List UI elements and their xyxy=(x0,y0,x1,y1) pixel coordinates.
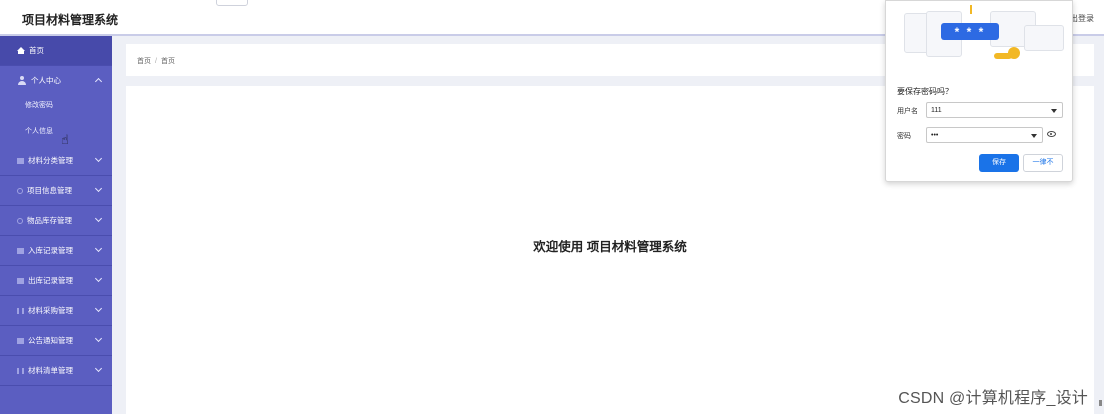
sidebar-item-label: 材料采购管理 xyxy=(28,306,73,315)
save-password-popup: * * * 要保存密码吗？ 用户名 111 密码 ••• 保存 一律不 xyxy=(885,0,1073,182)
sidebar-item-label: 入库记录管理 xyxy=(28,246,73,255)
chevron-down-icon xyxy=(94,274,103,283)
watermark: CSDN @计算机程序_设计 xyxy=(898,390,1088,407)
sparkle-icon xyxy=(970,5,972,14)
sidebar-subitem-label: 修改密码 xyxy=(25,102,53,109)
sidebar-subitem-label: 个人信息 xyxy=(25,128,53,135)
chevron-up-icon xyxy=(94,77,103,86)
app-title: 项目材料管理系统 xyxy=(22,13,119,27)
sidebar-item-label: 个人中心 xyxy=(31,76,61,85)
password-label: 密码 xyxy=(897,133,911,140)
logout-link[interactable]: 出登录 xyxy=(1070,13,1094,24)
outbound-icon xyxy=(17,278,24,284)
chevron-down-icon xyxy=(94,214,103,223)
sidebar-item-notice[interactable]: 公告通知管理 xyxy=(0,326,112,356)
chevron-down-icon xyxy=(94,154,103,163)
home-icon xyxy=(17,46,25,54)
sidebar-item-label: 项目信息管理 xyxy=(27,186,72,195)
sidebar-item-project[interactable]: 项目信息管理 xyxy=(0,176,112,206)
tab-handle[interactable] xyxy=(216,0,248,6)
password-row: 密码 ••• xyxy=(897,127,1065,143)
sidebar-item-label: 出库记录管理 xyxy=(28,276,73,285)
sidebar-item-material-list[interactable]: 材料清单管理 xyxy=(0,356,112,386)
username-select[interactable]: 111 xyxy=(926,102,1063,118)
sidebar-item-home[interactable]: 首页 xyxy=(0,36,112,66)
popup-title: 要保存密码吗？ xyxy=(897,87,953,96)
password-value: ••• xyxy=(931,132,939,139)
inbound-icon xyxy=(17,248,24,254)
inventory-icon xyxy=(17,217,23,224)
breadcrumb: 首页 / 首页 xyxy=(137,56,175,66)
password-select[interactable]: ••• xyxy=(926,127,1043,143)
person-icon xyxy=(17,75,27,86)
sidebar-item-category[interactable]: 材料分类管理 xyxy=(0,146,112,176)
sidebar-item-inventory[interactable]: 物品库存管理 xyxy=(0,206,112,236)
welcome-text: 欢迎使用 项目材料管理系统 xyxy=(533,240,687,254)
dropdown-caret-icon xyxy=(1031,134,1037,138)
resize-handle xyxy=(1099,400,1102,406)
notice-icon xyxy=(17,338,24,344)
username-label: 用户名 xyxy=(897,108,918,115)
key-icon xyxy=(994,47,1024,63)
hand-cursor-icon: ☝ xyxy=(61,132,69,147)
sidebar-subitem-personal-info[interactable]: 个人信息 xyxy=(0,116,112,146)
sidebar: 首页 个人中心 修改密码 个人信息 材料分类管理 项目信息管理 物品库存管理 入… xyxy=(0,36,112,414)
chevron-down-icon xyxy=(94,244,103,253)
sidebar-item-label: 首页 xyxy=(29,46,44,55)
sidebar-item-purchase[interactable]: 材料采购管理 xyxy=(0,296,112,326)
sidebar-item-inbound[interactable]: 入库记录管理 xyxy=(0,236,112,266)
breadcrumb-item-home[interactable]: 首页 xyxy=(137,58,151,65)
eye-icon[interactable] xyxy=(1047,131,1056,137)
project-icon xyxy=(17,187,23,194)
save-button[interactable]: 保存 xyxy=(979,154,1019,172)
list-icon xyxy=(17,367,24,374)
username-value: 111 xyxy=(931,107,942,114)
dropdown-caret-icon xyxy=(1051,109,1057,113)
username-row: 用户名 111 xyxy=(897,102,1065,118)
password-illustration: * * * xyxy=(886,1,1072,75)
breadcrumb-item-current: 首页 xyxy=(160,58,175,65)
sidebar-item-label: 物品库存管理 xyxy=(27,216,72,225)
password-dots-illustration: * * * xyxy=(941,23,999,40)
category-icon xyxy=(17,158,24,164)
chevron-down-icon xyxy=(94,334,103,343)
sidebar-item-label: 材料分类管理 xyxy=(28,156,73,165)
sidebar-item-label: 公告通知管理 xyxy=(28,336,73,345)
chevron-down-icon xyxy=(94,304,103,313)
sidebar-item-label: 材料清单管理 xyxy=(28,366,73,375)
breadcrumb-separator: / xyxy=(155,58,157,65)
laptop-illustration xyxy=(1024,25,1064,51)
sidebar-item-outbound[interactable]: 出库记录管理 xyxy=(0,266,112,296)
chevron-down-icon xyxy=(94,364,103,373)
chevron-down-icon xyxy=(94,184,103,193)
never-button[interactable]: 一律不 xyxy=(1023,154,1063,172)
purchase-icon xyxy=(17,307,24,314)
